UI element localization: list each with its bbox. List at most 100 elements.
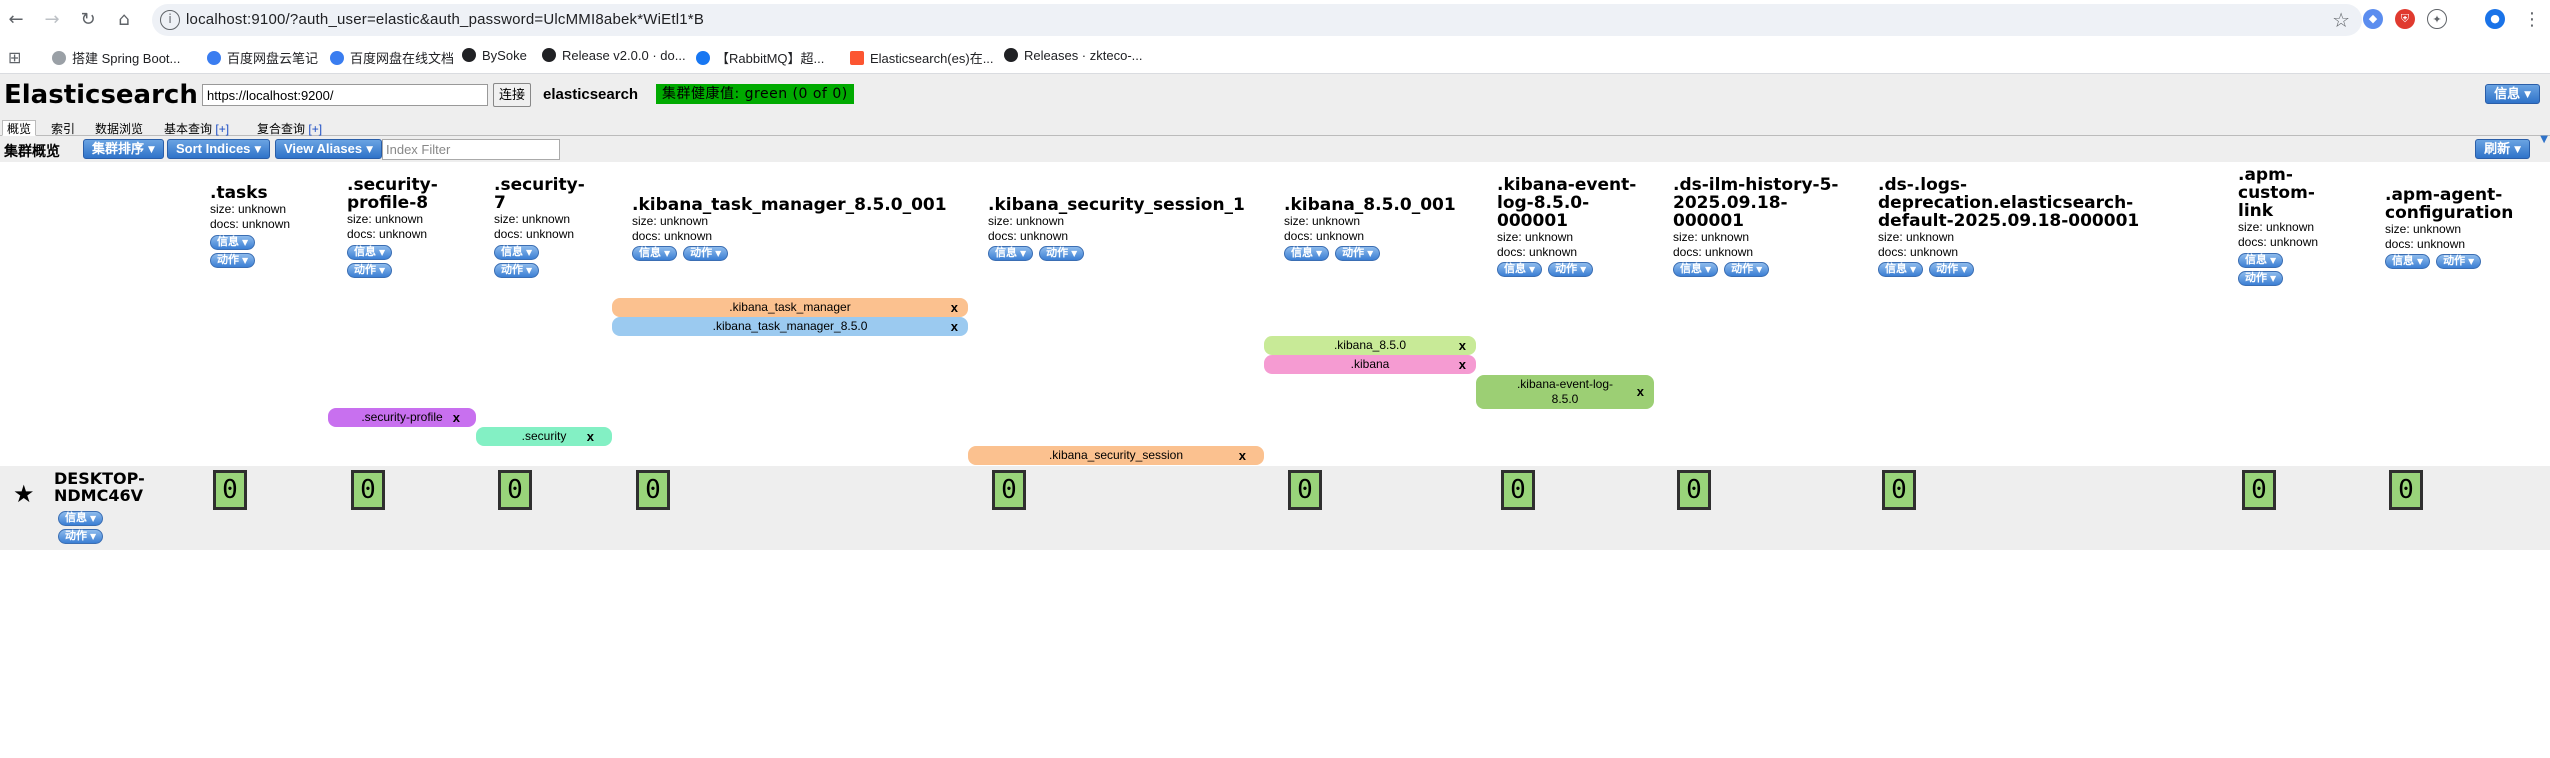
index-action-button[interactable]: 动作 ▼ (347, 263, 393, 278)
shard-box[interactable]: 0 (351, 470, 385, 510)
remove-alias-icon[interactable]: x (1239, 446, 1246, 465)
remove-alias-icon[interactable]: x (587, 427, 594, 446)
caret-down-icon: ▼ (379, 248, 386, 257)
remove-alias-icon[interactable]: x (1459, 336, 1466, 355)
index-action-button[interactable]: 动作 ▼ (683, 246, 729, 261)
tab-indices[interactable]: 索引 (46, 120, 80, 136)
tab-overview[interactable]: 概览 (2, 120, 37, 136)
index-info-button[interactable]: 信息 ▼ (347, 245, 393, 260)
address-bar[interactable]: i localhost:9100/?auth_user=elastic&auth… (152, 4, 2362, 36)
alias-tag[interactable]: .security x (476, 427, 612, 446)
alias-tag[interactable]: .kibana_8.5.0 x (1264, 336, 1476, 355)
index-size: size: unknown (1673, 230, 1750, 244)
node-info-button[interactable]: 信息 ▼ (58, 511, 104, 526)
index-action-button[interactable]: 动作 ▼ (1929, 262, 1975, 277)
back-arrow-icon[interactable]: ← (4, 8, 28, 32)
index-info-button[interactable]: 信息 ▼ (988, 246, 1034, 261)
info-menu-button[interactable]: 信息 ▼ (2485, 84, 2540, 104)
extension-icon[interactable]: ◆ (2363, 9, 2383, 29)
index-filter-input[interactable] (382, 139, 560, 160)
index-info-button[interactable]: 信息 ▼ (1497, 262, 1543, 277)
remove-alias-icon[interactable]: x (951, 317, 958, 336)
tab-basic-query[interactable]: 基本查询 [+] (159, 120, 234, 136)
index-info-button[interactable]: 信息 ▼ (1878, 262, 1924, 277)
shard-box[interactable]: 0 (2242, 470, 2276, 510)
index-column: .kibana_task_manager_8.5.0_001 size: unk… (632, 196, 972, 261)
refresh-button[interactable]: 刷新 ▼ (2475, 139, 2530, 159)
alias-tag[interactable]: .kibana x (1264, 355, 1476, 374)
index-info-button[interactable]: 信息 ▼ (2385, 254, 2431, 269)
index-docs: docs: unknown (494, 227, 575, 241)
alias-tag[interactable]: .security-profile x (328, 408, 476, 427)
scroll-caret-icon[interactable]: ▼ (2540, 134, 2548, 145)
shard-box[interactable]: 0 (1288, 470, 1322, 510)
index-info-button[interactable]: 信息 ▼ (1673, 262, 1719, 277)
bookmark-star-icon[interactable]: ☆ (2332, 8, 2350, 32)
index-action-button[interactable]: 动作 ▼ (2436, 254, 2482, 269)
caret-down-icon: ▼ (90, 532, 97, 541)
index-action-button[interactable]: 动作 ▼ (1335, 246, 1381, 261)
index-size: size: unknown (1284, 214, 1361, 228)
remove-alias-icon[interactable]: x (1459, 355, 1466, 374)
shard-box[interactable]: 0 (2389, 470, 2423, 510)
cluster-url-input[interactable] (202, 84, 488, 106)
connect-button[interactable]: 连接 (493, 83, 531, 107)
shard-box[interactable]: 0 (498, 470, 532, 510)
extensions-icon[interactable]: ✦ (2427, 9, 2447, 29)
bookmark-item[interactable]: 百度网盘在线文档 (330, 48, 454, 67)
site-icon (696, 51, 710, 65)
browser-menu-icon[interactable]: ⋮ (2520, 8, 2544, 32)
bookmark-item[interactable]: 搭建 Spring Boot... (52, 48, 180, 67)
remove-alias-icon[interactable]: x (951, 298, 958, 317)
alias-tag[interactable]: .kibana-event-log-8.5.0 x (1476, 375, 1654, 409)
index-column: .ds-ilm-history-5-2025.09.18-000001 size… (1673, 176, 1853, 277)
index-action-button[interactable]: 动作 ▼ (494, 263, 540, 278)
index-info-button[interactable]: 信息 ▼ (1284, 246, 1330, 261)
index-action-button[interactable]: 动作 ▼ (210, 253, 256, 268)
remove-alias-icon[interactable]: x (1637, 384, 1644, 399)
alias-tag[interactable]: .kibana_security_session x (968, 446, 1264, 465)
address-url[interactable]: localhost:9100/?auth_user=elastic&auth_p… (186, 11, 704, 28)
extension-shield-icon[interactable]: ⛨ (2395, 9, 2415, 29)
index-action-button[interactable]: 动作 ▼ (1039, 246, 1085, 261)
index-size: size: unknown (210, 202, 287, 216)
shard-box[interactable]: 0 (992, 470, 1026, 510)
tab-browser[interactable]: 数据浏览 (90, 120, 148, 136)
shard-box[interactable]: 0 (1501, 470, 1535, 510)
index-name: .kibana_security_session_1 (988, 195, 1245, 215)
shard-box[interactable]: 0 (213, 470, 247, 510)
index-info-button[interactable]: 信息 ▼ (2238, 253, 2284, 268)
sort-cluster-button[interactable]: 集群排序 ▼ (83, 139, 164, 159)
index-info-button[interactable]: 信息 ▼ (632, 246, 678, 261)
shard-box[interactable]: 0 (1882, 470, 1916, 510)
home-icon[interactable]: ⌂ (112, 8, 136, 32)
index-action-button[interactable]: 动作 ▼ (2238, 271, 2284, 286)
bookmark-item[interactable]: 【RabbitMQ】超... (696, 48, 824, 67)
bookmark-item[interactable]: BySoke (462, 48, 527, 63)
reload-icon[interactable]: ↻ (76, 8, 100, 32)
shard-box[interactable]: 0 (1677, 470, 1711, 510)
node-action-button[interactable]: 动作 ▼ (58, 529, 104, 544)
index-column: .apm-agent-configuration size: unknown d… (2385, 186, 2525, 269)
bookmark-item[interactable]: Release v2.0.0 · do... (542, 48, 686, 63)
github-icon (462, 48, 476, 62)
bookmark-item[interactable]: Releases · zkteco-... (1004, 48, 1143, 63)
apps-grid-icon[interactable]: ⊞ (8, 48, 21, 67)
bookmark-item[interactable]: Elasticsearch(es)在... (850, 48, 994, 67)
view-aliases-button[interactable]: View Aliases ▼ (275, 139, 382, 159)
forward-arrow-icon[interactable]: → (40, 8, 64, 32)
index-action-button[interactable]: 动作 ▼ (1548, 262, 1594, 277)
bookmark-item[interactable]: 百度网盘云笔记 (207, 48, 318, 67)
alias-tag[interactable]: .kibana_task_manager x (612, 298, 968, 317)
tab-compound-query[interactable]: 复合查询 [+] (252, 120, 327, 136)
index-action-button[interactable]: 动作 ▼ (1724, 262, 1770, 277)
shard-box[interactable]: 0 (636, 470, 670, 510)
index-info-button[interactable]: 信息 ▼ (210, 235, 256, 250)
remove-alias-icon[interactable]: x (453, 408, 460, 427)
caret-down-icon: ▼ (1705, 265, 1712, 274)
alias-tag[interactable]: .kibana_task_manager_8.5.0 x (612, 317, 968, 336)
site-info-icon[interactable]: i (160, 10, 180, 30)
sort-indices-button[interactable]: Sort Indices ▼ (167, 139, 271, 159)
index-info-button[interactable]: 信息 ▼ (494, 245, 540, 260)
profile-avatar-icon[interactable]: ● (2485, 9, 2505, 29)
